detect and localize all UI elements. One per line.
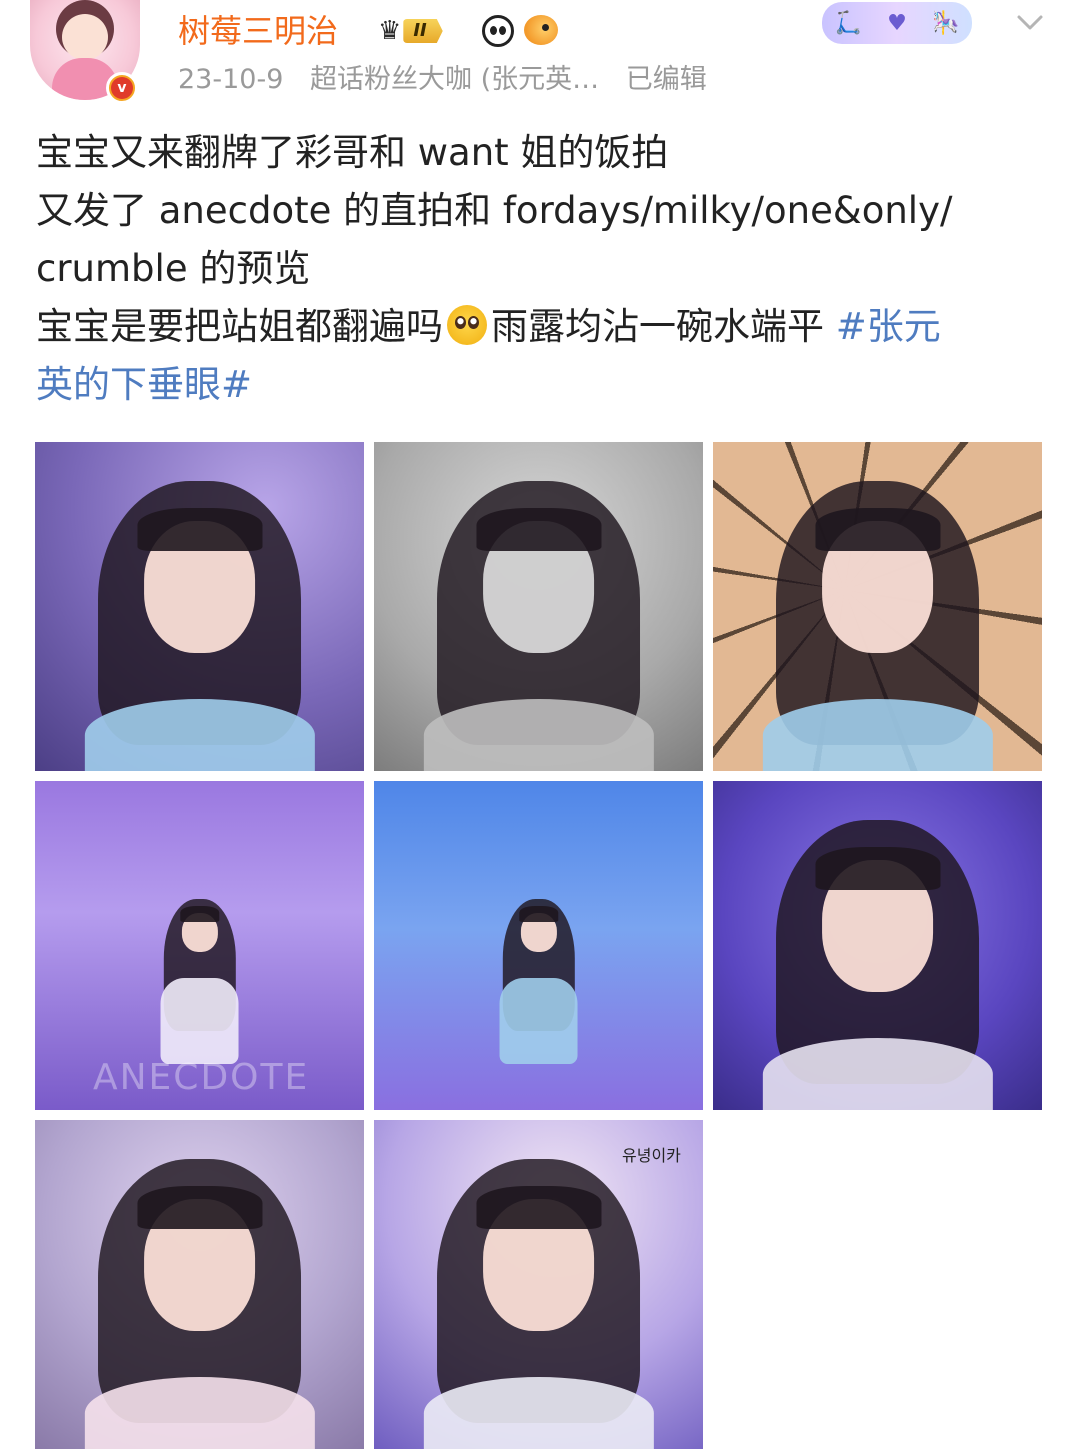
decoration-card[interactable]: 🛴 ♥ 🎠 <box>822 2 972 44</box>
pleading-face-emoji-icon <box>447 305 487 345</box>
photo-figure-outfit <box>160 978 239 1064</box>
photo-figure-bangs <box>136 1185 263 1229</box>
heart-icon: ♥ <box>887 10 907 36</box>
photo-8[interactable]: 유녕이카 <box>374 1120 703 1449</box>
edited-label[interactable]: 已编辑 <box>626 64 707 95</box>
username[interactable]: 树莓三明治 <box>178 10 338 52</box>
verified-badge-icon: v <box>106 72 138 104</box>
photo-figure-bangs <box>136 507 263 551</box>
photo-4[interactable]: ANECDOTE <box>35 781 364 1110</box>
photo-2[interactable] <box>374 442 703 771</box>
post-meta: 23-10-9 超话粉丝大咖 (张元英… 已编辑 <box>178 60 707 100</box>
topic-link-part2[interactable]: 英的下垂眼# <box>36 363 252 406</box>
rocking-horse-icon: 🎠 <box>931 10 960 36</box>
avatar-face <box>62 14 108 60</box>
photo-1[interactable] <box>35 442 364 771</box>
photo-figure-outfit <box>762 698 993 771</box>
photo-figure-outfit <box>499 978 578 1064</box>
photo-figure-outfit <box>423 698 654 771</box>
photo-figure-outfit <box>423 1376 654 1449</box>
photo-3[interactable] <box>713 442 1042 771</box>
photo-watermark-handle: 유녕이카 <box>622 1146 681 1165</box>
photo-figure-bangs <box>518 906 559 923</box>
level-label: II <box>403 19 443 43</box>
photo-figure-bangs <box>814 846 941 890</box>
photo-6[interactable] <box>713 781 1042 1110</box>
photo-figure-bangs <box>814 507 941 551</box>
verified-mark: v <box>111 77 133 99</box>
photo-watermark: ANECDOTE <box>93 1057 310 1098</box>
photo-figure-bangs <box>475 1185 602 1229</box>
post-source[interactable]: 超话粉丝大咖 (张元英… <box>310 64 599 95</box>
crown-icon: ♛ <box>378 16 402 46</box>
photo-figure-bangs <box>475 507 602 551</box>
photo-figure-outfit <box>84 1376 315 1449</box>
post-line-1: 宝宝又来翻牌了彩哥和 want 姐的饭拍 <box>36 131 669 174</box>
post-line-4: 宝宝是要把站姐都翻遍吗 雨露均沾一碗水端平 #张元 <box>36 298 1046 356</box>
post-line-3: crumble 的预览 <box>36 247 311 290</box>
post-body: 宝宝又来翻牌了彩哥和 want 姐的饭拍 又发了 anecdote 的直拍和 f… <box>36 124 1046 414</box>
post-line-2: 又发了 anecdote 的直拍和 fordays/milky/one&only… <box>36 189 953 232</box>
topic-link-part1[interactable]: #张元 <box>836 305 941 348</box>
photo-figure-outfit <box>762 1037 993 1110</box>
panda-icon <box>482 15 514 47</box>
photo-figure-bangs <box>179 906 220 923</box>
photo-figure-outfit <box>84 698 315 771</box>
post-line-4-end: 雨露均沾一碗水端平 <box>491 305 836 348</box>
photo-7[interactable] <box>35 1120 364 1449</box>
post-date: 23-10-9 <box>178 64 284 95</box>
post-line-4-start: 宝宝是要把站姐都翻遍吗 <box>36 305 443 348</box>
fish-icon <box>524 15 558 45</box>
member-level-badge[interactable]: ♛ II <box>378 16 443 46</box>
chevron-down-icon[interactable] <box>1016 8 1044 36</box>
scooter-icon: 🛴 <box>834 10 862 36</box>
photo-5[interactable] <box>374 781 703 1110</box>
post-line-5: 英的下垂眼# <box>36 356 1046 414</box>
